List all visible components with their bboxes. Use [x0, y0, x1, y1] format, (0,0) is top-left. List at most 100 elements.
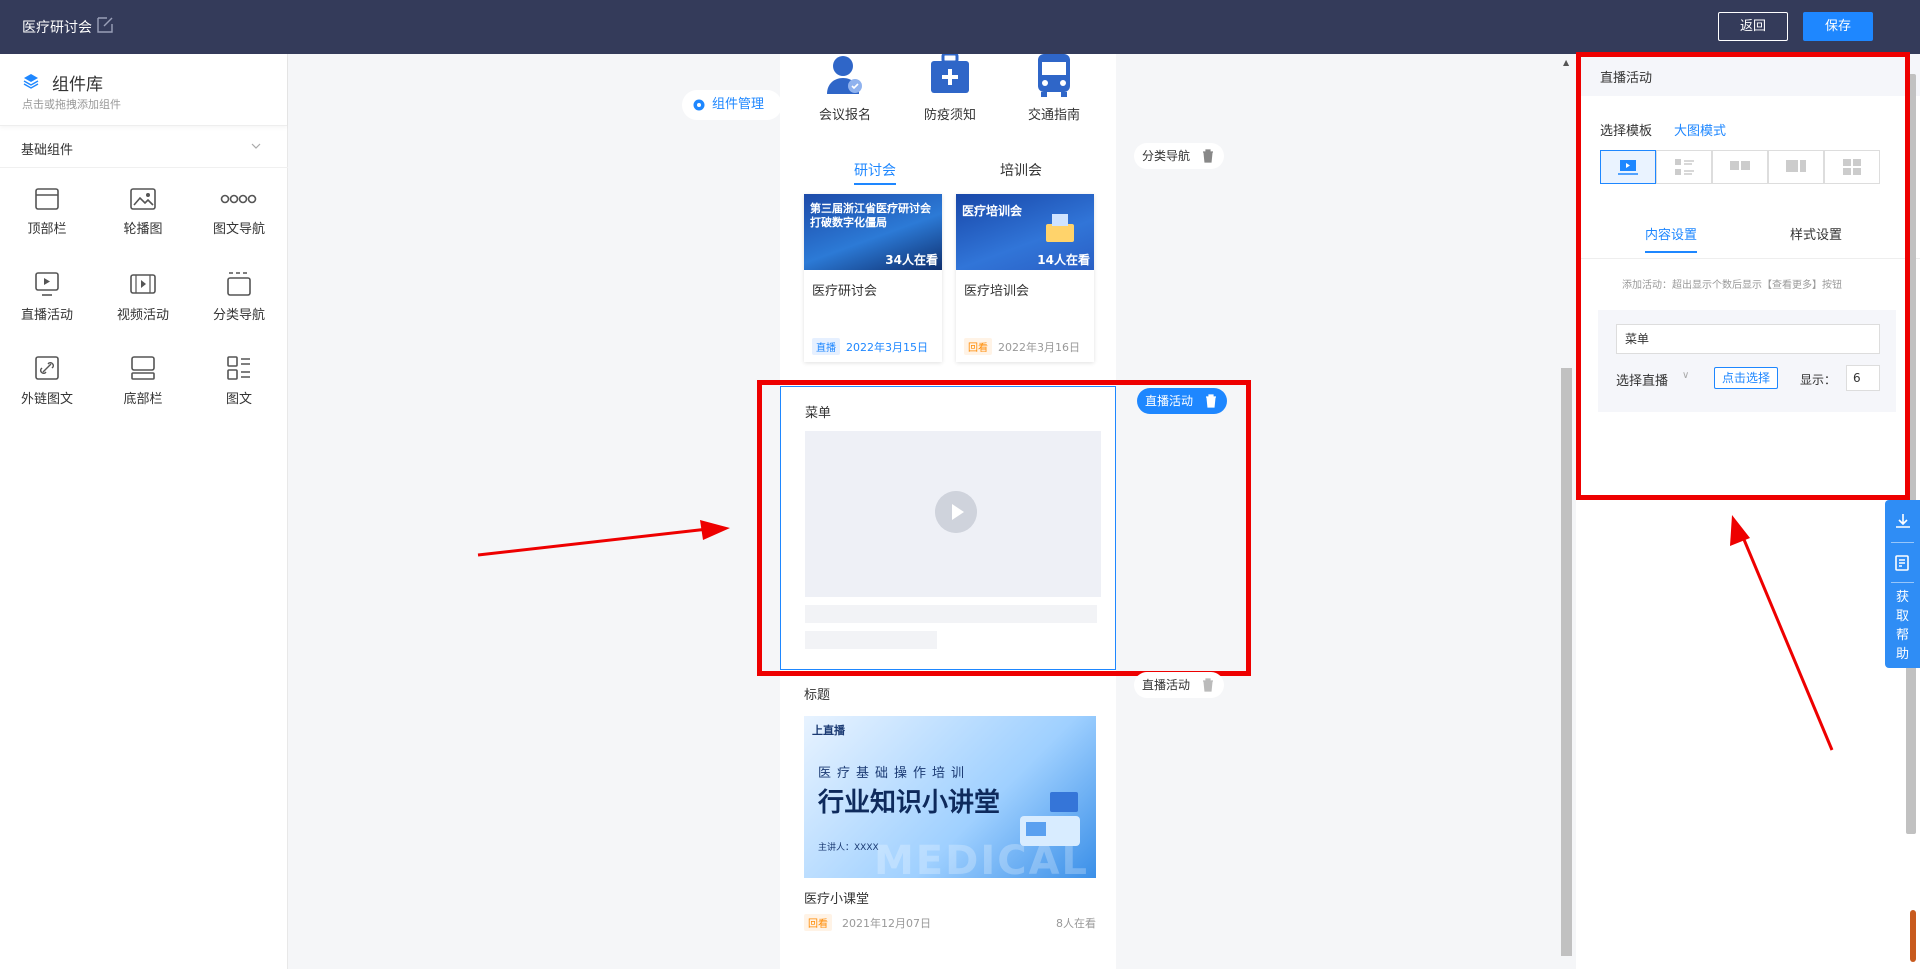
layers-icon: [23, 74, 39, 89]
group-basic-components[interactable]: 基础组件: [0, 126, 288, 168]
thumb-text: 第三届浙江省医疗研讨会 打破数字化僵局: [810, 202, 931, 229]
tag-category-nav[interactable]: 分类导航: [1134, 143, 1225, 169]
component-label: 视频活动: [116, 308, 169, 323]
component-label: 底部栏: [123, 392, 163, 407]
live-icon: [35, 272, 59, 296]
nav-label: 会议报名: [818, 108, 871, 123]
app-root: 医疗研讨会 返回 保存 组件库 点击或拖拽添加组件 基础组件 顶部栏 轮播图 图…: [0, 0, 1920, 969]
component-manage-button[interactable]: 组件管理: [682, 90, 782, 120]
card-title: 医疗研讨会: [812, 284, 878, 299]
preview-tabs: 研讨会 培训会: [780, 160, 1116, 190]
component-video[interactable]: 视频活动: [98, 270, 188, 330]
user-check-icon: [827, 56, 862, 94]
activity-card[interactable]: 第三届浙江省医疗研讨会 打破数字化僵局 34人在看 医疗研讨会 直播 2022年…: [804, 194, 942, 362]
component-category-nav[interactable]: 分类导航: [194, 270, 284, 330]
status-badge: 直播: [812, 338, 840, 355]
component-label: 直播活动: [20, 308, 73, 323]
nav-item-epidemic[interactable]: 防疫须知: [905, 54, 995, 123]
nav-label: 交通指南: [1027, 108, 1080, 123]
component-label: 轮播图: [123, 222, 163, 237]
nav-label: 防疫须知: [923, 108, 976, 123]
top-bar: 医疗研讨会 返回 保存: [0, 0, 1920, 54]
component-image-nav[interactable]: 图文导航: [194, 186, 284, 246]
banner-speaker: 主讲人：XXXX: [818, 843, 879, 853]
medical-illustration-icon: [1046, 214, 1074, 242]
highlight-box: [757, 380, 1251, 676]
link-article-icon: [35, 356, 59, 380]
component-live[interactable]: 直播活动: [2, 270, 92, 330]
nav-item-register[interactable]: 会议报名: [800, 54, 890, 123]
back-button[interactable]: 返回: [1718, 12, 1788, 41]
tag-label: 分类导航: [1142, 149, 1191, 163]
help-label: 获取帮助: [1895, 590, 1909, 662]
help-button[interactable]: 获取帮助: [1885, 588, 1920, 664]
component-label: 分类导航: [212, 308, 265, 323]
banner-title: 行业知识小讲堂: [818, 788, 1001, 818]
edit-icon[interactable]: [96, 16, 114, 34]
highlight-box: [1576, 52, 1910, 500]
tag-label: 直播活动: [1145, 394, 1194, 408]
page-title: 医疗研讨会: [22, 20, 92, 36]
status-badge: 回看: [964, 338, 992, 355]
video-icon: [130, 274, 156, 294]
gear-icon: [693, 99, 705, 111]
banner-logo: 上直播: [812, 724, 845, 737]
group-label: 基础组件: [21, 143, 74, 158]
temperature-widget: [1910, 910, 1916, 962]
medical-kit-icon: [931, 54, 969, 93]
viewer-count: 14人在看: [1037, 253, 1090, 267]
viewer-count: 8人在看: [1056, 917, 1096, 930]
section-title: 标题: [804, 688, 831, 703]
tag-live-selected[interactable]: 直播活动: [1137, 388, 1228, 414]
floating-toolbar: 获取帮助: [1885, 500, 1920, 668]
topbar-icon: [35, 188, 59, 210]
library-title: 组件库: [52, 75, 103, 95]
course-banner[interactable]: 上直播 医疗基础操作培训 行业知识小讲堂 主讲人：XXXX MEDICAL: [804, 716, 1096, 878]
component-link-article[interactable]: 外链图文: [2, 354, 92, 414]
tag-live-lower[interactable]: 直播活动: [1134, 672, 1225, 698]
canvas-scroll-thumb[interactable]: [1561, 368, 1572, 956]
carousel-icon: [130, 188, 156, 210]
tab-training[interactable]: 培训会: [1000, 160, 1042, 180]
component-topbar[interactable]: 顶部栏: [2, 186, 92, 246]
nav-item-traffic[interactable]: 交通指南: [1009, 54, 1099, 123]
library-subtitle: 点击或拖拽添加组件: [22, 98, 121, 111]
banner-subtitle: 医疗基础操作培训: [818, 766, 971, 781]
card-thumbnail: 第三届浙江省医疗研讨会 打破数字化僵局 34人在看: [804, 194, 942, 270]
notes-icon[interactable]: [1894, 554, 1912, 572]
trash-icon[interactable]: [1202, 678, 1214, 692]
download-icon[interactable]: [1894, 512, 1912, 530]
card-thumbnail: 医疗培训会 14人在看: [956, 194, 1094, 270]
bus-icon: [1038, 54, 1070, 97]
thumb-text: 医疗培训会: [962, 204, 1023, 218]
trash-icon[interactable]: [1202, 149, 1214, 163]
separator: [1891, 582, 1914, 583]
tab-seminar[interactable]: 研讨会: [854, 160, 896, 185]
card-title: 医疗培训会: [964, 284, 1030, 299]
component-carousel[interactable]: 轮播图: [98, 186, 188, 246]
manage-label: 组件管理: [712, 97, 765, 112]
chevron-down-icon: [251, 143, 261, 149]
article-icon: [227, 356, 250, 380]
component-library: 组件库 点击或拖拽添加组件 基础组件 顶部栏 轮播图 图文导航 直播活动 视频活…: [0, 54, 288, 969]
image-nav-icon: [220, 194, 257, 204]
card-date: 2022年3月15日: [846, 341, 928, 354]
medical-equipment-icon: [1020, 792, 1080, 846]
tag-label: 直播活动: [1142, 678, 1191, 692]
scroll-up-icon[interactable]: ▲: [1563, 58, 1569, 67]
course-date: 2021年12月07日: [842, 917, 931, 930]
component-label: 外链图文: [20, 392, 73, 407]
bottombar-icon: [131, 356, 155, 380]
activity-card[interactable]: 医疗培训会 14人在看 医疗培训会 回看 2022年3月16日: [956, 194, 1094, 362]
component-label: 图文导航: [212, 222, 265, 237]
separator: [1891, 542, 1914, 543]
library-header: 组件库 点击或拖拽添加组件: [0, 54, 287, 126]
status-badge: 回看: [804, 914, 832, 931]
component-label: 顶部栏: [27, 222, 67, 237]
component-article[interactable]: 图文: [194, 354, 284, 414]
trash-icon[interactable]: [1205, 394, 1217, 408]
card-date: 2022年3月16日: [998, 341, 1080, 354]
viewer-count: 34人在看: [885, 253, 938, 267]
save-button[interactable]: 保存: [1803, 12, 1873, 41]
component-bottombar[interactable]: 底部栏: [98, 354, 188, 414]
